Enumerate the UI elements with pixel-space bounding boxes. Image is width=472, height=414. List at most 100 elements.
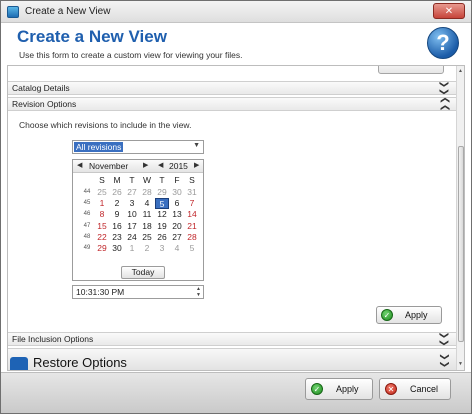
week-number: 44 xyxy=(83,189,91,195)
calendar-day[interactable]: 20 xyxy=(170,221,184,232)
time-value: 10:31:30 PM xyxy=(76,287,125,297)
header: Create a New View Use this form to creat… xyxy=(1,24,471,64)
calendar-day[interactable]: 4 xyxy=(140,198,154,209)
scroll-up-icon[interactable]: ▲ xyxy=(458,68,463,74)
calendar-day[interactable]: 1 xyxy=(95,198,109,209)
calendar-day[interactable]: 25 xyxy=(95,187,109,198)
expand-chevron-icon[interactable]: ❯❯ xyxy=(438,80,450,95)
calendar-day[interactable]: 3 xyxy=(125,198,139,209)
scroll-thumb[interactable] xyxy=(458,146,464,342)
calendar: ◀ November ▶ ◀ 2015 ▶ S M T W T F S 44 45 46 47 48 4… xyxy=(72,159,204,281)
calendar-day[interactable]: 10 xyxy=(125,209,139,220)
calendar-day[interactable]: 1 xyxy=(125,243,139,254)
collapse-chevron-icon[interactable]: ❯❯ xyxy=(438,96,450,111)
calendar-day[interactable]: 6 xyxy=(170,198,184,209)
close-button[interactable]: ✕ xyxy=(433,3,465,19)
weekday-label: T xyxy=(159,175,165,185)
calendar-day[interactable]: 8 xyxy=(95,209,109,220)
calendar-day[interactable]: 25 xyxy=(140,232,154,243)
calendar-day[interactable]: 29 xyxy=(95,243,109,254)
vertical-scrollbar[interactable]: ▲ ▼ xyxy=(456,66,464,370)
weekday-label: M xyxy=(113,175,121,185)
section-file-inclusion[interactable]: File Inclusion Options ❯❯ xyxy=(8,331,456,347)
calendar-day[interactable]: 2 xyxy=(110,198,124,209)
calendar-day[interactable]: 28 xyxy=(140,187,154,198)
calendar-day[interactable]: 2 xyxy=(140,243,154,254)
calendar-day[interactable]: 23 xyxy=(110,232,124,243)
section-label: Catalog Details xyxy=(12,83,70,93)
section-label: Revision Options xyxy=(12,99,77,109)
chevron-down-icon: ▼ xyxy=(193,142,200,149)
calendar-day[interactable]: 12 xyxy=(155,209,169,220)
calendar-day[interactable]: 31 xyxy=(185,187,199,198)
time-input[interactable]: 10:31:30 PM ▲ ▼ xyxy=(72,285,204,299)
calendar-day[interactable]: 26 xyxy=(110,187,124,198)
window-title: Create a New View xyxy=(25,6,111,17)
title-bar: Create a New View ✕ xyxy=(1,1,471,23)
apply-button[interactable]: ✓ Apply xyxy=(305,378,373,400)
partial-button[interactable] xyxy=(378,66,444,74)
section-restore-options[interactable]: Restore Options ❯❯ xyxy=(8,348,456,370)
calendar-year: 2015 xyxy=(169,161,188,171)
calendar-header: ◀ November ▶ ◀ 2015 ▶ xyxy=(73,160,203,173)
button-label: Apply xyxy=(336,384,359,394)
help-icon[interactable]: ? xyxy=(427,27,459,59)
cancel-button[interactable]: ✕ Cancel xyxy=(379,378,451,400)
time-stepper-icon[interactable]: ▲ ▼ xyxy=(196,286,201,298)
calendar-day[interactable]: 29 xyxy=(155,187,169,198)
calendar-day[interactable]: 14 xyxy=(185,209,199,220)
expand-chevron-icon[interactable]: ❯❯ xyxy=(438,331,450,346)
week-number: 49 xyxy=(83,245,91,251)
calendar-day[interactable]: 18 xyxy=(140,221,154,232)
revision-select[interactable]: All revisions ▼ xyxy=(72,140,204,154)
calendar-day[interactable]: 5 xyxy=(185,243,199,254)
section-catalog-details[interactable]: Catalog Details ❯❯ xyxy=(8,80,456,96)
calendar-day[interactable]: 17 xyxy=(125,221,139,232)
calendar-day[interactable]: 15 xyxy=(95,221,109,232)
weekday-label: F xyxy=(174,175,180,185)
calendar-day[interactable]: 11 xyxy=(140,209,154,220)
next-month-icon[interactable]: ▶ xyxy=(143,161,148,169)
calendar-day[interactable]: 24 xyxy=(125,232,139,243)
restore-icon xyxy=(10,357,28,370)
section-label: Restore Options xyxy=(33,355,127,370)
weekday-label: T xyxy=(129,175,135,185)
calendar-day[interactable]: 4 xyxy=(170,243,184,254)
next-year-icon[interactable]: ▶ xyxy=(194,161,199,169)
calendar-day[interactable]: 13 xyxy=(170,209,184,220)
check-icon: ✓ xyxy=(311,383,323,395)
revision-instructions: Choose which revisions to include in the… xyxy=(19,120,192,130)
calendar-day[interactable]: 9 xyxy=(110,209,124,220)
calendar-day[interactable]: 16 xyxy=(110,221,124,232)
create-view-window: Create a New View ✕ Create a New View Us… xyxy=(0,0,472,414)
calendar-day[interactable]: 27 xyxy=(125,187,139,198)
prev-month-icon[interactable]: ◀ xyxy=(77,161,82,169)
calendar-day[interactable]: 21 xyxy=(185,221,199,232)
calendar-day[interactable]: 30 xyxy=(170,187,184,198)
section-label: File Inclusion Options xyxy=(12,334,94,344)
calendar-day[interactable]: 30 xyxy=(110,243,124,254)
prev-year-icon[interactable]: ◀ xyxy=(158,161,163,169)
calendar-day[interactable]: 26 xyxy=(155,232,169,243)
weekday-label: S xyxy=(99,175,105,185)
week-number: 46 xyxy=(83,211,91,218)
section-revision-options[interactable]: Revision Options ❯❯ xyxy=(8,96,456,112)
calendar-day[interactable]: 3 xyxy=(155,243,169,254)
calendar-day[interactable]: 19 xyxy=(155,221,169,232)
check-icon: ✓ xyxy=(381,309,393,321)
today-button[interactable]: Today xyxy=(121,266,165,279)
expand-chevron-icon[interactable]: ❯❯ xyxy=(439,353,450,368)
revision-select-value: All revisions xyxy=(74,142,124,152)
form-content: Catalog Details ❯❯ Revision Options ❯❯ C… xyxy=(7,65,465,371)
button-label: Apply xyxy=(405,310,428,320)
apply-revision-button[interactable]: ✓ Apply xyxy=(376,306,442,324)
scroll-down-icon[interactable]: ▼ xyxy=(458,361,463,367)
calendar-day[interactable]: 28 xyxy=(185,232,199,243)
page-title: Create a New View xyxy=(17,27,167,46)
calendar-day[interactable]: 7 xyxy=(185,198,199,209)
calendar-day[interactable]: 27 xyxy=(170,232,184,243)
calendar-day-selected[interactable]: 5 xyxy=(155,198,169,210)
button-label: Cancel xyxy=(410,384,439,394)
weekday-label: S xyxy=(189,175,195,185)
calendar-day[interactable]: 22 xyxy=(95,232,109,243)
